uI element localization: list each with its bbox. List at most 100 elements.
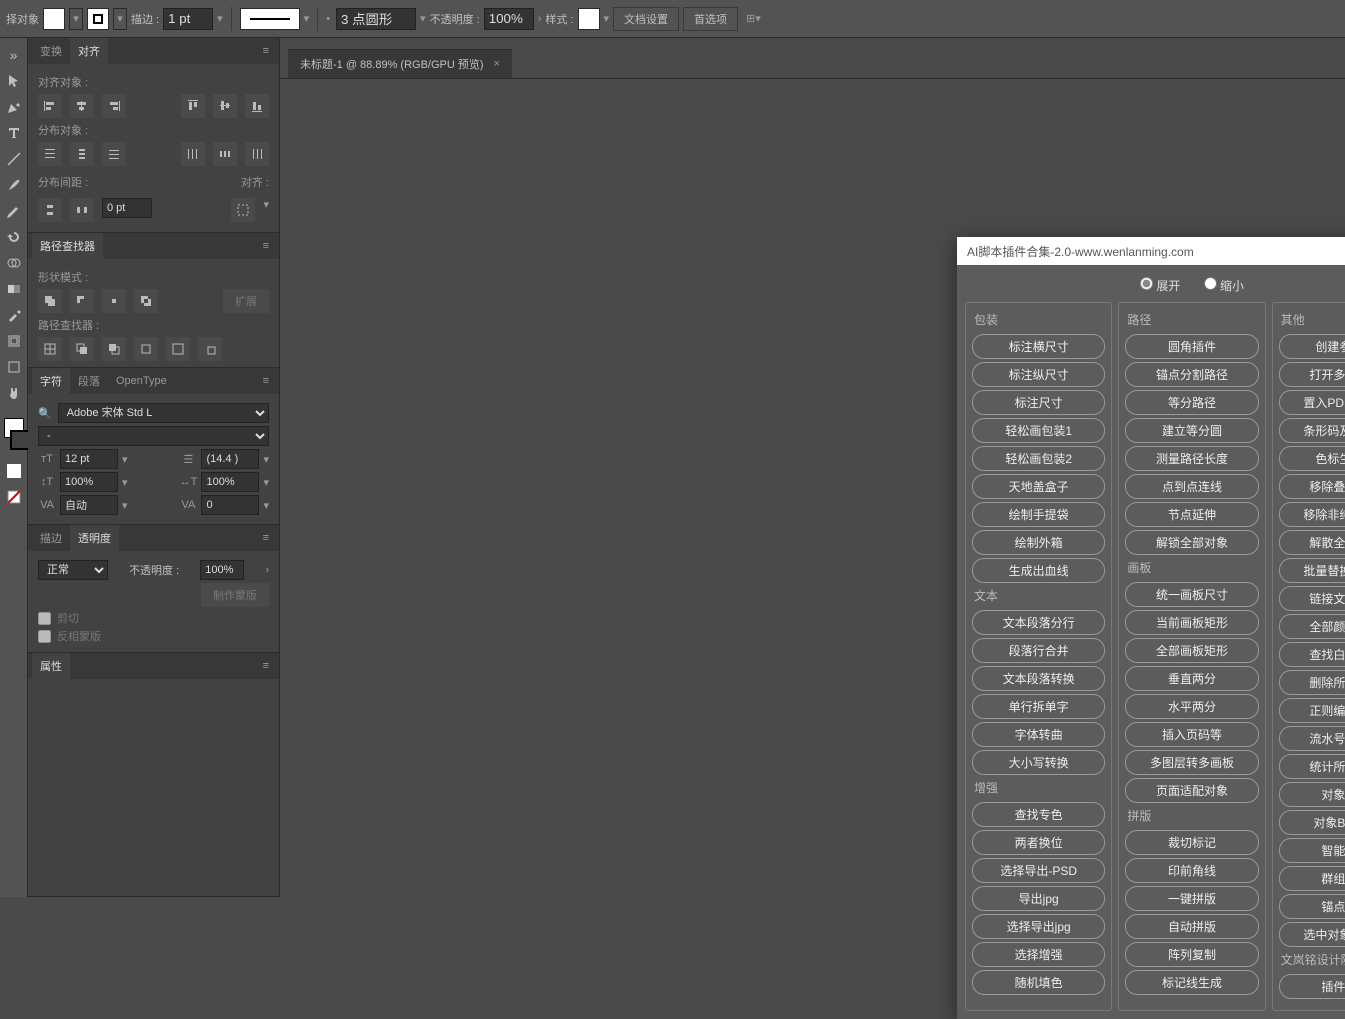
script-button[interactable]: 流水号生成器 xyxy=(1279,726,1345,751)
kerning-input[interactable] xyxy=(60,495,118,515)
script-button[interactable]: 测量路径长度 xyxy=(1125,446,1258,471)
script-button[interactable]: 群组拼版 xyxy=(1279,866,1345,891)
script-button[interactable]: 两者换位 xyxy=(972,830,1105,855)
font-size-input[interactable] xyxy=(60,449,118,469)
script-button[interactable]: 标记线生成 xyxy=(1125,970,1258,995)
tab-paragraph[interactable]: 段落 xyxy=(70,368,108,394)
dist-top-icon[interactable] xyxy=(38,142,62,166)
script-button[interactable]: 页面适配对象 xyxy=(1125,778,1258,803)
hand-tool[interactable] xyxy=(2,381,26,405)
trim-icon[interactable] xyxy=(70,337,94,361)
script-button[interactable]: 锚点选择 xyxy=(1279,894,1345,919)
font-style-select[interactable]: - xyxy=(38,426,269,446)
script-button[interactable]: 节点延伸 xyxy=(1125,502,1258,527)
dist-hcenter-icon[interactable] xyxy=(213,142,237,166)
tracking-input[interactable] xyxy=(201,495,259,515)
script-button[interactable]: 自动拼版 xyxy=(1125,914,1258,939)
align-to-dropdown[interactable]: ▾ xyxy=(263,198,269,222)
script-button[interactable]: 锚点分割路径 xyxy=(1125,362,1258,387)
brush-tool[interactable] xyxy=(2,173,26,197)
script-button[interactable]: 置入PDF多页面 xyxy=(1279,390,1345,415)
dist-vspace-icon[interactable] xyxy=(38,198,62,222)
outline-icon[interactable] xyxy=(166,337,190,361)
selection-tool[interactable] xyxy=(2,69,26,93)
script-button[interactable]: 天地盖盒子 xyxy=(972,474,1105,499)
script-button[interactable]: 选中对象去重线 xyxy=(1279,922,1345,947)
canvas[interactable]: AI脚本插件合集-2.0-www.wenlanming.com × 展开 缩小 … xyxy=(280,78,1345,897)
hscale-input[interactable] xyxy=(201,472,259,492)
script-button[interactable]: 解散全部群组 xyxy=(1279,530,1345,555)
stroke-swatch[interactable] xyxy=(87,8,109,30)
script-button[interactable]: 创建参考线 xyxy=(1279,334,1345,359)
script-button[interactable]: 圆角插件 xyxy=(1125,334,1258,359)
script-button[interactable]: 文本段落转换 xyxy=(972,666,1105,691)
vscale-input[interactable] xyxy=(60,472,118,492)
dash-dropdown[interactable]: ▾ xyxy=(420,12,426,25)
script-button[interactable]: 全部颜色转黑 xyxy=(1279,614,1345,639)
blend-mode-select[interactable]: 正常 xyxy=(38,560,108,580)
script-button[interactable]: 随机填色 xyxy=(972,970,1105,995)
align-to-selection-icon[interactable] xyxy=(231,198,255,222)
script-button[interactable]: 选择导出jpg xyxy=(972,914,1105,939)
expand-icon[interactable]: » xyxy=(2,43,26,67)
script-button[interactable]: 印前角线 xyxy=(1125,858,1258,883)
script-button[interactable]: 当前画板矩形 xyxy=(1125,610,1258,635)
script-button[interactable]: 建立等分圆 xyxy=(1125,418,1258,443)
script-button[interactable]: 对象替换 xyxy=(1279,782,1345,807)
brush-dropdown[interactable]: ▾ xyxy=(304,12,310,25)
align-top-icon[interactable] xyxy=(181,94,205,118)
script-button[interactable]: 智能群组 xyxy=(1279,838,1345,863)
script-button[interactable]: 统一画板尺寸 xyxy=(1125,582,1258,607)
script-button[interactable]: 插入页码等 xyxy=(1125,722,1258,747)
script-button[interactable]: 生成出血线 xyxy=(972,558,1105,583)
tab-transparency[interactable]: 透明度 xyxy=(70,525,119,551)
align-bottom-icon[interactable] xyxy=(245,94,269,118)
pencil-tool[interactable] xyxy=(2,199,26,223)
exclude-icon[interactable] xyxy=(134,289,158,313)
color-mode-icon[interactable] xyxy=(2,459,26,483)
script-button[interactable]: 水平两分 xyxy=(1125,694,1258,719)
script-button[interactable]: 大小写转换 xyxy=(972,750,1105,775)
script-button[interactable]: 导出jpg xyxy=(972,886,1105,911)
tab-stroke[interactable]: 描边 xyxy=(32,525,70,551)
panel-menu-icon[interactable]: ≡ xyxy=(257,660,275,672)
intersect-icon[interactable] xyxy=(102,289,126,313)
gradient-tool[interactable] xyxy=(2,277,26,301)
font-family-select[interactable]: Adobe 宋体 Std L xyxy=(58,403,269,423)
script-button[interactable]: 移除叠印属性 xyxy=(1279,474,1345,499)
fill-swatch[interactable] xyxy=(43,8,65,30)
opacity-input[interactable] xyxy=(484,8,534,30)
script-button[interactable]: 轻松画包装1 xyxy=(972,418,1105,443)
panel-menu-icon[interactable]: ≡ xyxy=(257,375,275,387)
script-button[interactable]: 选择增强 xyxy=(972,942,1105,967)
panel-menu-icon[interactable]: ≡ xyxy=(257,240,275,252)
script-button[interactable]: 移除非纯黑叠印 xyxy=(1279,502,1345,527)
expand-radio[interactable]: 展开 xyxy=(1140,279,1180,293)
tab-align[interactable]: 对齐 xyxy=(70,38,108,64)
brush-swatch[interactable] xyxy=(240,8,300,30)
dist-right-icon[interactable] xyxy=(245,142,269,166)
script-button[interactable]: 链接文件打包 xyxy=(1279,586,1345,611)
stroke-weight-input[interactable] xyxy=(163,8,213,30)
type-tool[interactable] xyxy=(2,121,26,145)
script-button[interactable]: 查找专色 xyxy=(972,802,1105,827)
align-vcenter-icon[interactable] xyxy=(213,94,237,118)
dist-hspace-icon[interactable] xyxy=(70,198,94,222)
script-button[interactable]: 条形码及二维码 xyxy=(1279,418,1345,443)
panel-menu-icon[interactable]: ≡ xyxy=(257,45,275,57)
dist-left-icon[interactable] xyxy=(181,142,205,166)
fill-dropdown[interactable]: ▾ xyxy=(69,8,83,30)
stroke-color-swatch[interactable] xyxy=(10,430,30,450)
line-tool[interactable] xyxy=(2,147,26,171)
preferences-button[interactable]: 首选项 xyxy=(683,7,738,31)
stroke-dropdown[interactable]: ▾ xyxy=(113,8,127,30)
script-button[interactable]: 查找白色叠印 xyxy=(1279,642,1345,667)
script-button[interactable]: 单行拆单字 xyxy=(972,694,1105,719)
script-button[interactable]: 阵列复制 xyxy=(1125,942,1258,967)
opacity-slider-icon[interactable]: › xyxy=(265,564,269,576)
none-color-icon[interactable] xyxy=(2,485,26,509)
script-button[interactable]: 绘制外箱 xyxy=(972,530,1105,555)
script-button[interactable]: 点到点连线 xyxy=(1125,474,1258,499)
shape-builder-tool[interactable] xyxy=(2,251,26,275)
dash-input[interactable] xyxy=(336,8,416,30)
